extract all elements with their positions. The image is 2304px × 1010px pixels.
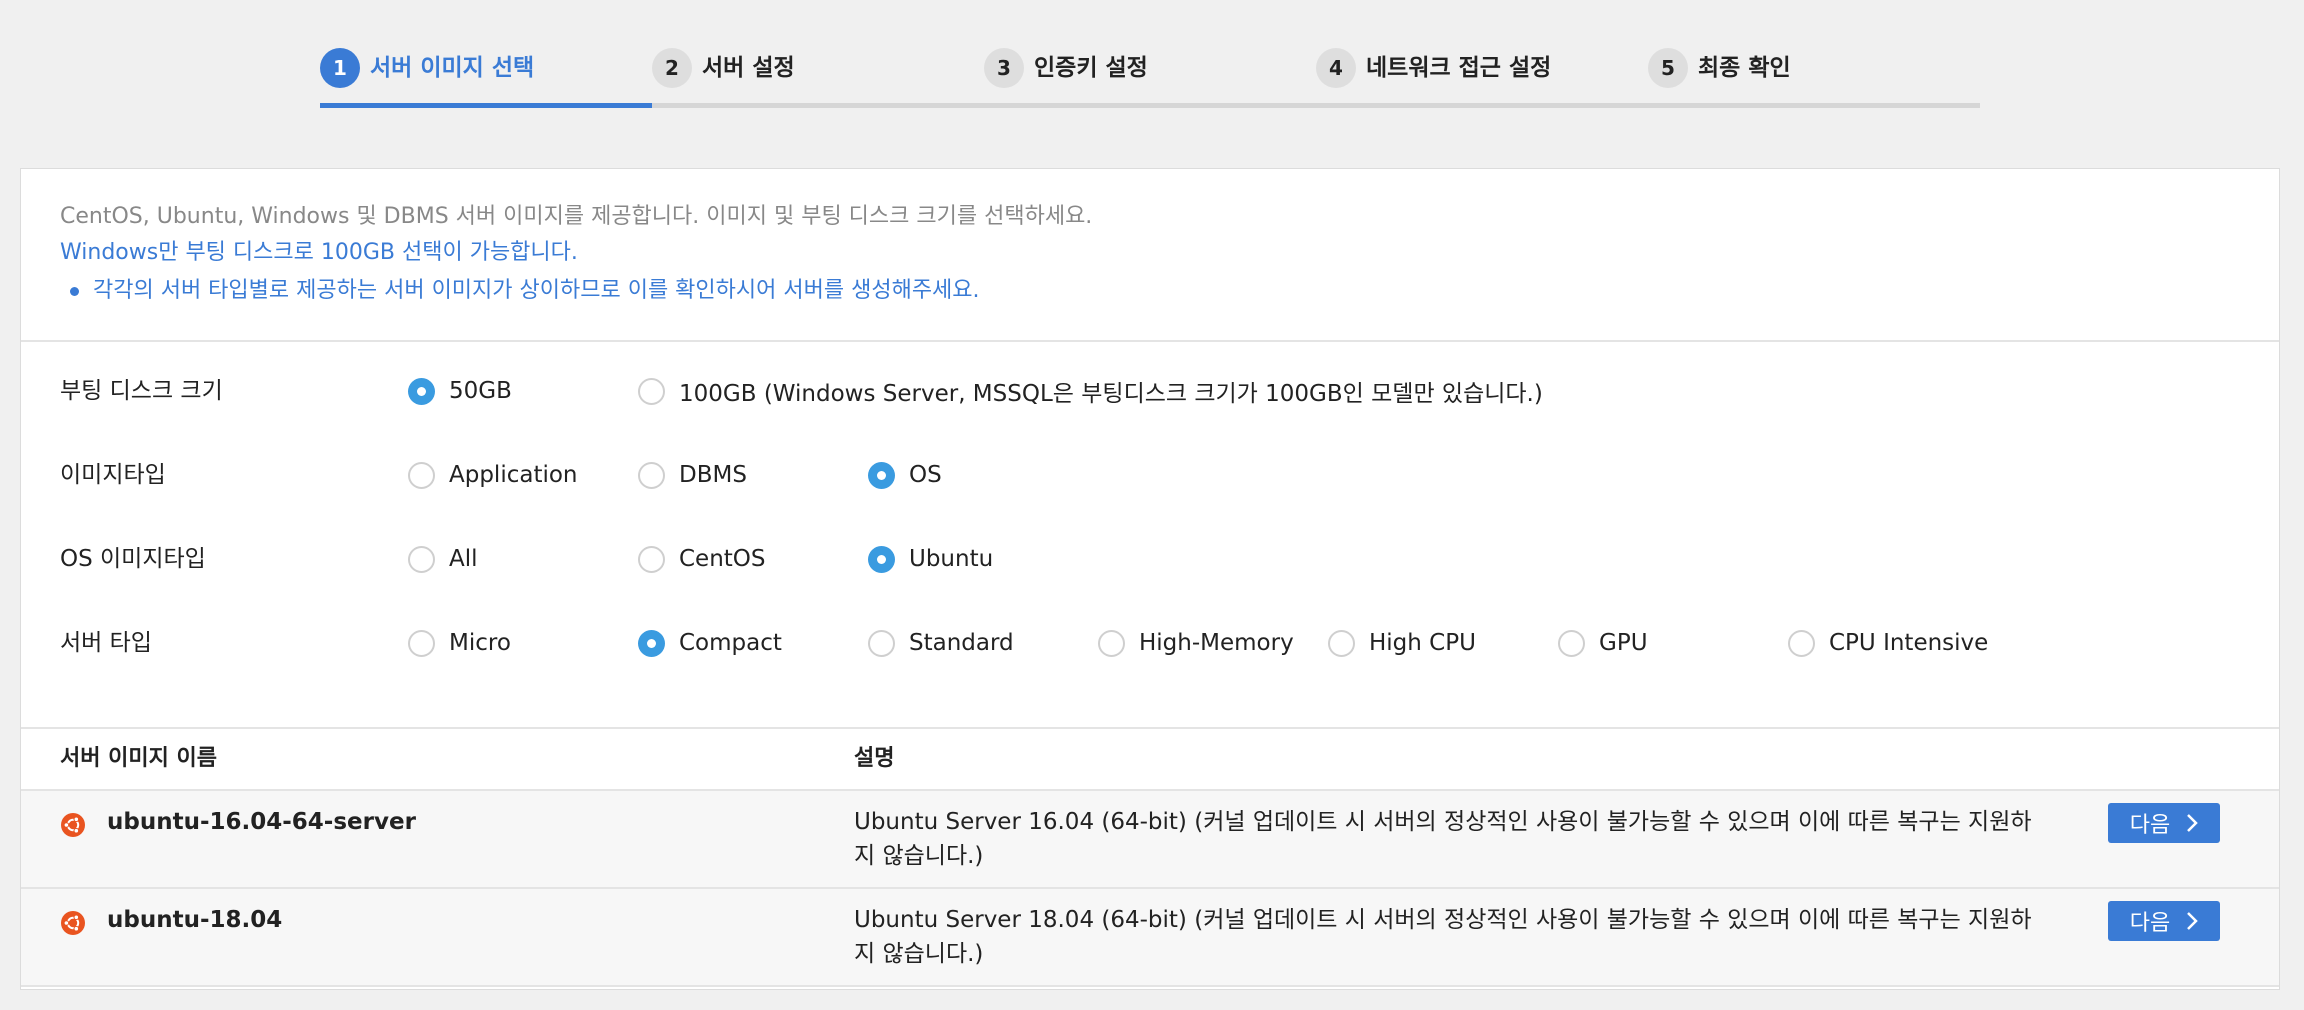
image-description: Ubuntu Server 18.04 (64-bit) (커널 업데이트 시 … — [854, 907, 2032, 967]
step-final-confirm[interactable]: 5 최종 확인 — [1648, 48, 1980, 108]
step-label: 서버 설정 — [702, 55, 795, 81]
step-number: 4 — [1316, 48, 1356, 88]
radio-image-application[interactable]: Application — [408, 455, 578, 495]
radio-server-micro[interactable]: Micro — [408, 623, 511, 663]
filter-options: 부팅 디스크 크기 50GB 100GB (Windows Server, MS… — [21, 342, 2279, 729]
bullet-dot — [70, 287, 79, 296]
notice-bullet: 각각의 서버 타입별로 제공하는 서버 이미지가 상이하므로 이를 확인하시어 … — [60, 271, 2279, 311]
radio-os-centos[interactable]: CentOS — [638, 539, 766, 579]
radio-label: Compact — [679, 630, 782, 656]
radio-label: Standard — [909, 630, 1014, 656]
boot-disk-label: 부팅 디스크 크기 — [60, 378, 223, 404]
radio-os-ubuntu[interactable]: Ubuntu — [868, 539, 993, 579]
radio-label: All — [449, 546, 478, 572]
radio-label: 100GB (Windows Server, MSSQL은 부팅디스크 크기가 … — [679, 381, 1543, 407]
step-server-settings[interactable]: 2 서버 설정 — [652, 48, 984, 108]
notice-line-windows: Windows만 부팅 디스크로 100GB 선택이 가능합니다. — [60, 240, 578, 265]
radio-boot-50gb[interactable]: 50GB — [408, 371, 512, 411]
step-number: 2 — [652, 48, 692, 88]
radio-button[interactable] — [1098, 629, 1125, 657]
os-image-type-row: OS 이미지타입 All CentOS Ubuntu — [21, 539, 2279, 579]
table-row: ubuntu-16.04-64-server Ubuntu Server 16.… — [21, 791, 2279, 889]
server-type-label: 서버 타입 — [60, 630, 152, 656]
server-type-row: 서버 타입 Micro Compact Standard High-Memory… — [21, 623, 2279, 663]
boot-disk-row: 부팅 디스크 크기 50GB 100GB (Windows Server, MS… — [21, 371, 2279, 411]
radio-button[interactable] — [408, 545, 435, 573]
image-table-header: 서버 이미지 이름 설명 — [21, 729, 2279, 791]
radio-button[interactable] — [1558, 629, 1585, 657]
radio-label: High CPU — [1369, 630, 1476, 656]
next-button-label: 다음 — [2129, 911, 2171, 936]
step-number: 3 — [984, 48, 1024, 88]
radio-boot-100gb[interactable]: 100GB (Windows Server, MSSQL은 부팅디스크 크기가 … — [638, 371, 1543, 411]
image-name: ubuntu-16.04-64-server — [107, 809, 416, 835]
chevron-right-icon — [2187, 814, 2199, 832]
radio-server-cpu-intensive[interactable]: CPU Intensive — [1788, 623, 1988, 663]
step-server-image[interactable]: 1 서버 이미지 선택 — [320, 48, 652, 108]
radio-label: OS — [909, 462, 942, 488]
ubuntu-icon — [61, 911, 85, 935]
step-auth-key[interactable]: 3 인증키 설정 — [984, 48, 1316, 108]
radio-button[interactable] — [638, 377, 665, 405]
table-row: ubuntu-18.04 Ubuntu Server 18.04 (64-bit… — [21, 889, 2279, 987]
radio-button[interactable] — [408, 629, 435, 657]
radio-button[interactable] — [408, 377, 435, 405]
image-type-row: 이미지타입 Application DBMS OS — [21, 455, 2279, 495]
radio-button[interactable] — [408, 461, 435, 489]
step-label: 최종 확인 — [1698, 55, 1791, 81]
next-button[interactable]: 다음 — [2108, 901, 2220, 941]
step-number: 1 — [320, 48, 360, 88]
radio-button[interactable] — [868, 461, 895, 489]
radio-label: DBMS — [679, 462, 747, 488]
radio-label: Ubuntu — [909, 546, 994, 572]
radio-image-os[interactable]: OS — [868, 455, 942, 495]
radio-label: High-Memory — [1139, 630, 1294, 656]
radio-button[interactable] — [868, 629, 895, 657]
radio-label: Micro — [449, 630, 511, 656]
step-label: 인증키 설정 — [1034, 55, 1148, 81]
radio-server-standard[interactable]: Standard — [868, 623, 1014, 663]
notice-line-info: CentOS, Ubuntu, Windows 및 DBMS 서버 이미지를 제… — [60, 204, 1093, 229]
radio-label: Application — [449, 462, 578, 488]
radio-label: CPU Intensive — [1829, 630, 1989, 656]
image-name: ubuntu-18.04 — [107, 907, 283, 933]
radio-button[interactable] — [1328, 629, 1355, 657]
notice-box: CentOS, Ubuntu, Windows 및 DBMS 서버 이미지를 제… — [21, 169, 2279, 342]
radio-os-all[interactable]: All — [408, 539, 478, 579]
column-header-name: 서버 이미지 이름 — [60, 746, 217, 771]
image-description: Ubuntu Server 16.04 (64-bit) (커널 업데이트 시 … — [854, 809, 2032, 869]
wizard-stepper: 1 서버 이미지 선택 2 서버 설정 3 인증키 설정 4 네트워크 접근 설… — [320, 48, 1980, 108]
step-number: 5 — [1648, 48, 1688, 88]
chevron-right-icon — [2187, 912, 2199, 930]
radio-server-compact[interactable]: Compact — [638, 623, 782, 663]
radio-button[interactable] — [638, 629, 665, 657]
notice-bullet-text: 각각의 서버 타입별로 제공하는 서버 이미지가 상이하므로 이를 확인하시어 … — [93, 278, 980, 303]
radio-server-high-cpu[interactable]: High CPU — [1328, 623, 1476, 663]
server-image-panel: CentOS, Ubuntu, Windows 및 DBMS 서버 이미지를 제… — [20, 168, 2280, 990]
radio-label: 50GB — [449, 378, 512, 404]
radio-button[interactable] — [638, 545, 665, 573]
step-label: 서버 이미지 선택 — [370, 55, 535, 81]
radio-server-high-memory[interactable]: High-Memory — [1098, 623, 1294, 663]
radio-button[interactable] — [868, 545, 895, 573]
step-network-access[interactable]: 4 네트워크 접근 설정 — [1316, 48, 1648, 108]
radio-image-dbms[interactable]: DBMS — [638, 455, 747, 495]
radio-label: GPU — [1599, 630, 1648, 656]
radio-button[interactable] — [638, 461, 665, 489]
ubuntu-icon — [61, 813, 85, 837]
next-button[interactable]: 다음 — [2108, 803, 2220, 843]
radio-server-gpu[interactable]: GPU — [1558, 623, 1648, 663]
image-type-label: 이미지타입 — [60, 462, 166, 488]
column-header-description: 설명 — [854, 746, 895, 771]
radio-label: CentOS — [679, 546, 766, 572]
next-button-label: 다음 — [2129, 813, 2171, 838]
radio-button[interactable] — [1788, 629, 1815, 657]
os-image-type-label: OS 이미지타입 — [60, 546, 206, 572]
step-label: 네트워크 접근 설정 — [1366, 55, 1552, 81]
